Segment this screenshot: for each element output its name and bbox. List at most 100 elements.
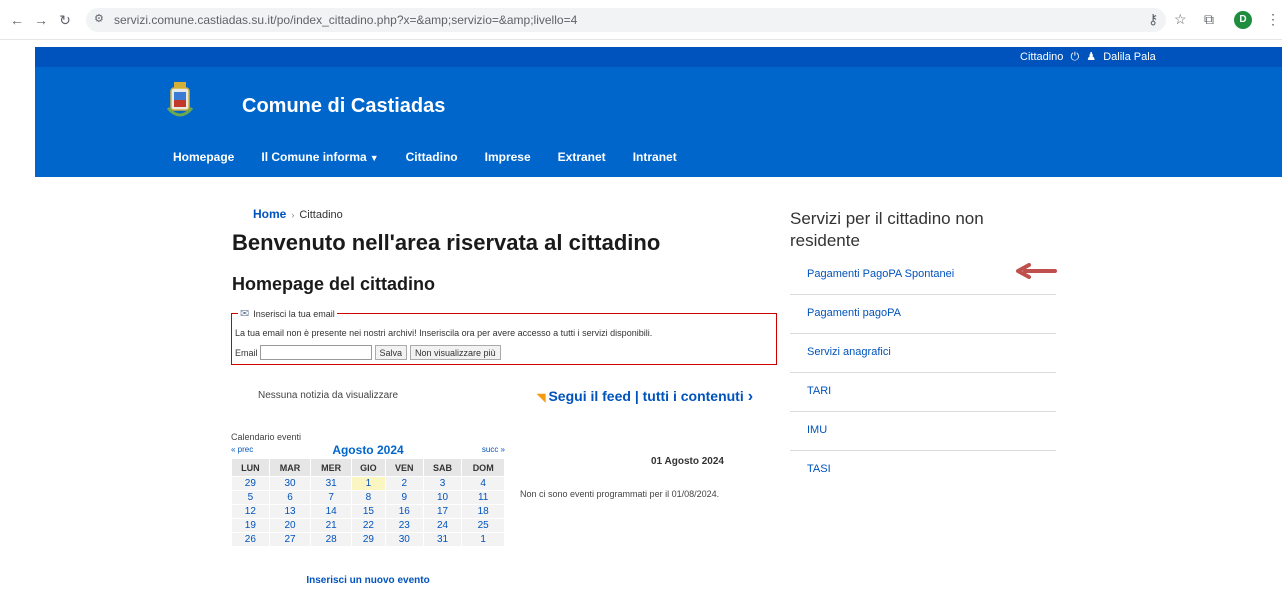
calendar-day[interactable]: 12: [231, 504, 270, 519]
user-area: Cittadino ⏻ ♟ Dalila Pala: [1020, 50, 1160, 64]
calendar-day[interactable]: 21: [310, 518, 352, 533]
back-icon[interactable]: ←: [8, 12, 26, 28]
calendar-header-row: LUN MAR MER GIO VEN SAB DOM: [231, 458, 505, 477]
no-news-text: Nessuna notizia da visualizzare: [258, 390, 399, 401]
chevron-right-icon[interactable]: ›: [748, 388, 753, 405]
breadcrumb-home[interactable]: Home: [253, 207, 286, 221]
feed-links: ◥ Segui il feed | tutti i contenuti ›: [537, 388, 754, 405]
calendar-day[interactable]: 5: [231, 490, 270, 505]
weekday-header: MAR: [268, 458, 312, 477]
calendar-day[interactable]: 22: [350, 518, 386, 533]
page-title: Benvenuto nell'area riservata al cittadi…: [232, 230, 661, 255]
menu-dots-icon[interactable]: ⋮: [1266, 11, 1280, 28]
calendar-day[interactable]: 29: [231, 476, 270, 491]
no-events-text: Non ci sono eventi programmati per il 01…: [520, 489, 720, 499]
calendar-day[interactable]: 4: [461, 476, 505, 491]
calendar-day[interactable]: 23: [384, 518, 424, 533]
calendar-day[interactable]: 16: [384, 504, 424, 519]
dont-show-again-button[interactable]: Non visualizzare più: [410, 345, 501, 360]
breadcrumb-current: Cittadino: [299, 209, 343, 221]
calendar-day[interactable]: 15: [350, 504, 386, 519]
power-icon[interactable]: ⏻: [1070, 51, 1079, 63]
calendar-day[interactable]: 19: [231, 518, 270, 533]
nav-imprese[interactable]: Imprese: [485, 150, 531, 164]
reload-icon[interactable]: ↻: [56, 12, 74, 28]
calendar-day[interactable]: 2: [384, 476, 424, 491]
service-item-pagopa[interactable]: Pagamenti pagoPA: [790, 295, 1056, 334]
email-message: La tua email non è presente nei nostri a…: [235, 328, 653, 338]
user-name[interactable]: Dalila Pala: [1103, 51, 1156, 63]
calendar-week-row: 19 20 21 22 23 24 25: [231, 518, 505, 533]
email-label: Email: [235, 347, 258, 358]
email-field[interactable]: [259, 345, 372, 360]
calendar-week-row: 26 27 28 29 30 31 1: [231, 532, 505, 547]
selected-day-title: 01 Agosto 2024: [651, 456, 724, 467]
nav-extranet[interactable]: Extranet: [558, 150, 606, 164]
calendar-day-today[interactable]: 1: [350, 476, 386, 491]
annotation-arrow-icon: [1016, 263, 1057, 279]
sidebar-title: Servizi per il cittadino non residente: [790, 209, 984, 250]
calendar-day[interactable]: 1: [461, 532, 505, 547]
services-list: Pagamenti PagoPA Spontanei Pagamenti pag…: [790, 256, 1056, 490]
weekday-header: LUN: [231, 458, 270, 477]
forward-icon[interactable]: →: [32, 12, 50, 28]
extensions-icon[interactable]: ⧉: [1204, 11, 1214, 28]
calendar-day[interactable]: 30: [384, 532, 424, 547]
calendar-day[interactable]: 31: [310, 476, 352, 491]
service-item-tari[interactable]: TARI: [790, 373, 1056, 412]
chevron-down-icon: ▼: [369, 153, 379, 163]
feed-link[interactable]: Segui il feed: [548, 388, 630, 404]
weekday-header: SAB: [422, 458, 463, 477]
calendar-day[interactable]: 13: [268, 504, 312, 519]
calendar-day[interactable]: 9: [384, 490, 424, 505]
calendar-day[interactable]: 26: [231, 532, 270, 547]
calendar-day[interactable]: 31: [422, 532, 463, 547]
nav-il-comune-informa[interactable]: Il Comune informa ▼: [261, 150, 378, 164]
weekday-header: VEN: [384, 458, 424, 477]
calendar-day[interactable]: 20: [268, 518, 312, 533]
calendar-day[interactable]: 8: [350, 490, 386, 505]
weekday-header: GIO: [350, 458, 386, 477]
calendar-day[interactable]: 25: [461, 518, 505, 533]
service-item-imu[interactable]: IMU: [790, 412, 1056, 451]
calendar-day[interactable]: 30: [268, 476, 312, 491]
user-icon: ♟: [1086, 51, 1097, 63]
page-subtitle: Homepage del cittadino: [232, 274, 436, 294]
nav-cittadino[interactable]: Cittadino: [406, 150, 458, 164]
site-header: Comune di Castiadas Homepage Il Comune i…: [35, 67, 1282, 177]
calendar-next-link[interactable]: succ »: [482, 445, 505, 454]
calendar-day[interactable]: 17: [422, 504, 463, 519]
calendar-day[interactable]: 6: [268, 490, 312, 505]
save-button[interactable]: Salva: [374, 345, 408, 360]
service-item-tasi[interactable]: TASI: [790, 451, 1056, 490]
nav-homepage[interactable]: Homepage: [173, 150, 234, 164]
calendar-day[interactable]: 27: [268, 532, 312, 547]
new-event-link[interactable]: Inserisci un nuovo evento: [231, 575, 505, 586]
calendar-day[interactable]: 24: [422, 518, 463, 533]
breadcrumb-separator-icon: ›: [291, 210, 295, 220]
role-label[interactable]: Cittadino: [1020, 51, 1063, 63]
site-info-icon[interactable]: ⚙: [94, 12, 104, 25]
calendar-label: Calendario eventi: [231, 432, 302, 442]
calendar-day[interactable]: 10: [422, 490, 463, 505]
main-navigation: Homepage Il Comune informa ▼ Cittadino Im…: [173, 150, 704, 164]
nav-intranet[interactable]: Intranet: [633, 150, 677, 164]
bookmark-star-icon[interactable]: ☆: [1174, 11, 1187, 28]
calendar-day[interactable]: 14: [310, 504, 352, 519]
browser-toolbar: ← → ↻ ⚙ servizi.comune.castiadas.su.it/p…: [0, 0, 1282, 40]
all-contents-link[interactable]: tutti i contenuti: [643, 388, 744, 404]
calendar-day[interactable]: 18: [461, 504, 505, 519]
calendar-week-row: 5 6 7 8 9 10 11: [231, 490, 505, 505]
service-item-anagrafici[interactable]: Servizi anagrafici: [790, 334, 1056, 373]
calendar-day[interactable]: 29: [350, 532, 386, 547]
password-key-icon[interactable]: ⚷: [1148, 11, 1158, 28]
profile-avatar[interactable]: D: [1234, 11, 1252, 29]
calendar-day[interactable]: 3: [422, 476, 463, 491]
calendar-day[interactable]: 28: [310, 532, 352, 547]
site-title[interactable]: Comune di Castiadas: [242, 95, 445, 118]
calendar-day[interactable]: 7: [310, 490, 352, 505]
calendar-week-row: 29 30 31 1 2 3 4: [231, 476, 505, 491]
calendar-day[interactable]: 11: [461, 490, 505, 505]
calendar-nav: « prec Agosto 2024 succ »: [231, 443, 505, 458]
address-bar[interactable]: ⚙ servizi.comune.castiadas.su.it/po/inde…: [86, 8, 1166, 32]
